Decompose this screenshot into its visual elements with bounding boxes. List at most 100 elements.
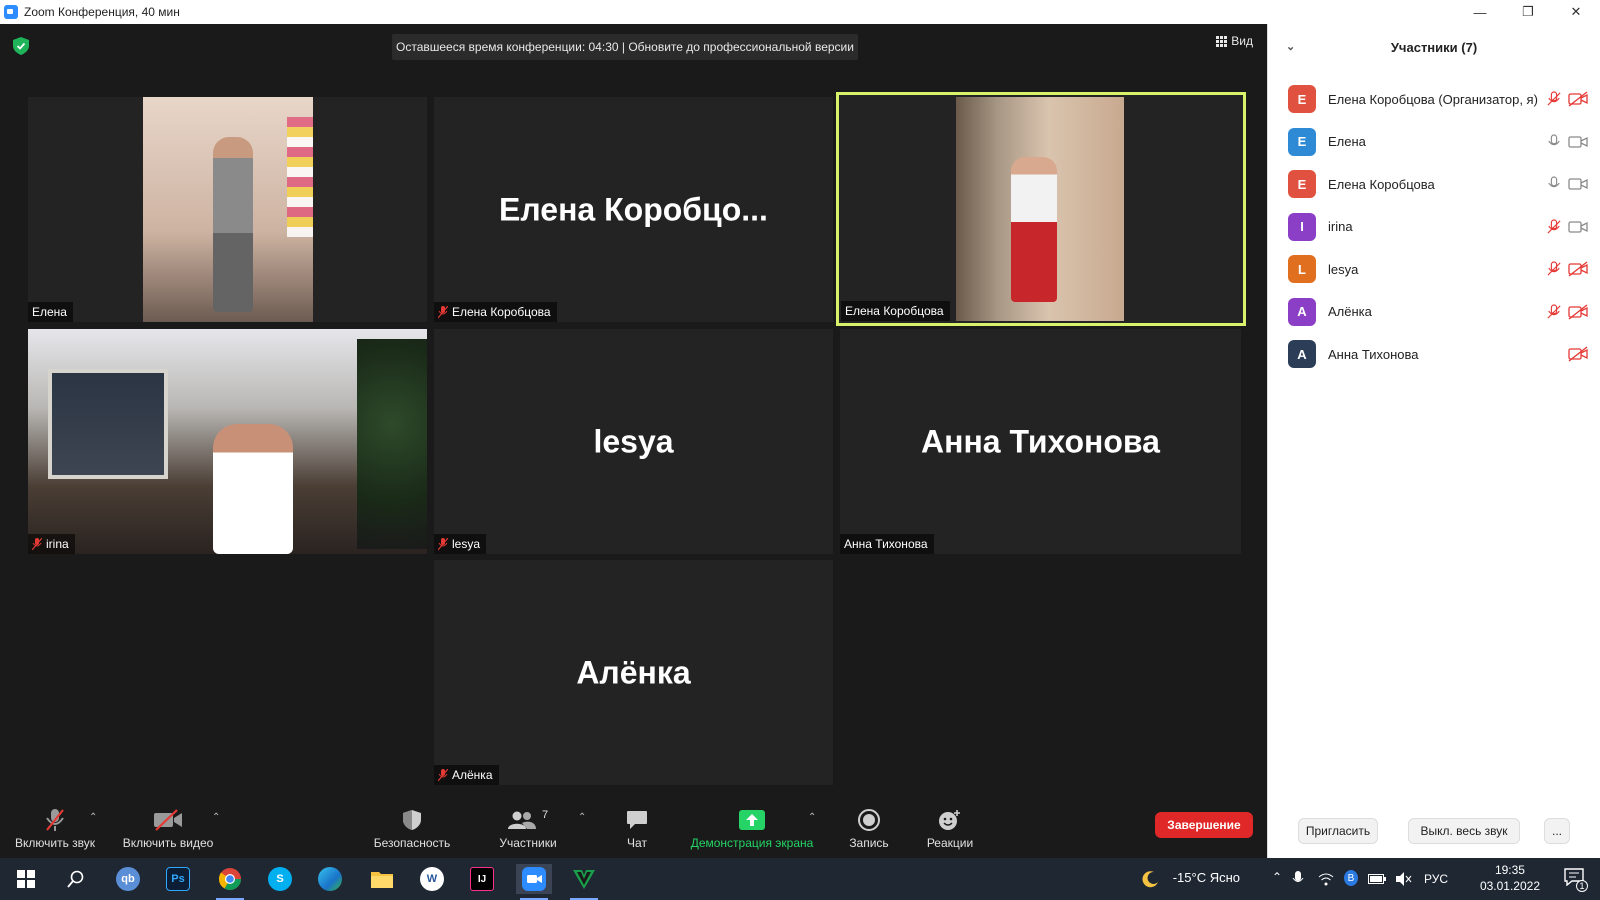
- participant-row[interactable]: Llesya: [1268, 248, 1600, 291]
- camera-icon[interactable]: [1568, 176, 1588, 192]
- audio-options-caret[interactable]: ⌃: [89, 812, 97, 823]
- wifi-icon[interactable]: [1318, 872, 1334, 886]
- minimize-icon[interactable]: —: [1456, 0, 1504, 24]
- video-options-caret[interactable]: ⌃: [212, 812, 220, 823]
- video-tile-alenka[interactable]: Алёнка Алёнка: [434, 560, 833, 785]
- restore-icon[interactable]: ❐: [1504, 0, 1552, 24]
- participants-panel-footer: Пригласить Выкл. весь звук ...: [1268, 806, 1600, 858]
- tile-name-label: lesya: [452, 537, 481, 551]
- end-meeting-button[interactable]: Завершение: [1155, 812, 1253, 838]
- video-tile-active-speaker[interactable]: Елена Коробцова: [836, 92, 1246, 326]
- clock-time: 19:35: [1494, 863, 1525, 877]
- participant-name: lesya: [1328, 261, 1359, 277]
- participants-button[interactable]: 7 Участники: [494, 802, 562, 858]
- mute-all-button[interactable]: Выкл. весь звук: [1408, 818, 1520, 844]
- participants-options-caret[interactable]: ⌃: [578, 812, 586, 823]
- share-screen-label: Демонстрация экрана: [690, 836, 814, 850]
- word-icon[interactable]: W: [414, 864, 450, 894]
- weather-text[interactable]: -15°C Ясно: [1173, 870, 1240, 885]
- skype-icon[interactable]: S: [262, 864, 298, 894]
- reactions-button[interactable]: Реакции: [920, 802, 980, 858]
- volume-muted-icon[interactable]: [1396, 872, 1412, 886]
- chat-button[interactable]: Чат: [614, 802, 660, 858]
- notification-count: 1: [1576, 880, 1588, 892]
- camera-icon[interactable]: [1568, 134, 1588, 150]
- chrome-icon[interactable]: [212, 864, 248, 900]
- avatar: Е: [1288, 85, 1316, 114]
- participant-row[interactable]: Е Елена: [1268, 121, 1600, 164]
- time-remaining-banner[interactable]: Оставшееся время конференции: 04:30 | Об…: [392, 34, 858, 60]
- mic-muted-icon[interactable]: [1546, 261, 1562, 277]
- collapse-chevron-icon[interactable]: ⌄: [1286, 40, 1295, 53]
- windows-taskbar: qb Ps S W IJ -15°C Ясно ⌃ B РУС 19:35 03…: [0, 858, 1600, 900]
- bluetooth-icon[interactable]: B: [1344, 870, 1358, 886]
- record-button[interactable]: Запись: [844, 802, 894, 858]
- share-screen-button[interactable]: Демонстрация экрана: [684, 802, 820, 858]
- file-explorer-icon[interactable]: [364, 864, 400, 894]
- language-indicator[interactable]: РУС: [1424, 872, 1448, 886]
- unmute-button[interactable]: Включить звук: [10, 802, 100, 858]
- participant-name: Елена Коробцова (Организатор, я): [1328, 91, 1538, 107]
- mic-muted-icon[interactable]: [1546, 304, 1562, 320]
- meeting-toolbar: Включить звук ⌃ Включить видео ⌃ Безопас…: [0, 802, 1267, 858]
- tile-name-label: irina: [46, 537, 69, 551]
- security-button[interactable]: Безопасность: [370, 802, 454, 858]
- avatar: А: [1288, 297, 1316, 326]
- reaction-smiley-icon: [938, 806, 962, 834]
- participant-row[interactable]: Е Елена Коробцова: [1268, 163, 1600, 206]
- camera-off-icon[interactable]: [1568, 261, 1588, 277]
- participant-row[interactable]: Е Елена Коробцова (Организатор, я): [1268, 78, 1600, 121]
- participants-list: Е Елена Коробцова (Организатор, я) Е Елена Е…: [1268, 78, 1600, 376]
- title-bar: Zoom Конференция, 40 мин — ❐ ✕: [0, 0, 1600, 24]
- qbittorrent-icon[interactable]: qb: [110, 864, 146, 894]
- video-tile-anna[interactable]: Анна Тихонова Анна Тихонова: [840, 329, 1241, 554]
- clock[interactable]: 19:35 03.01.2022: [1480, 862, 1540, 894]
- start-video-label: Включить видео: [122, 836, 214, 850]
- tile-nameplate: Елена Коробцова: [841, 301, 950, 321]
- avatar: А: [1288, 340, 1316, 369]
- microphone-icon[interactable]: [1292, 871, 1304, 887]
- photoshop-icon[interactable]: Ps: [160, 864, 196, 894]
- vim-icon[interactable]: [566, 864, 602, 900]
- edge-icon[interactable]: [312, 864, 348, 894]
- video-tile-irina[interactable]: irina: [28, 329, 427, 554]
- start-video-button[interactable]: Включить видео: [118, 802, 218, 858]
- view-label: Вид: [1231, 34, 1253, 48]
- mic-muted-icon: [438, 306, 448, 318]
- encryption-shield-icon[interactable]: [13, 37, 29, 55]
- zoom-taskbar-icon[interactable]: [516, 864, 552, 900]
- participants-panel-header: ⌄ Участники (7): [1268, 24, 1600, 70]
- search-icon[interactable]: [58, 864, 94, 894]
- participant-row[interactable]: А Анна Тихонова: [1268, 333, 1600, 376]
- participant-name: Алёнка: [1328, 304, 1372, 320]
- intellij-icon[interactable]: IJ: [464, 864, 500, 894]
- mic-icon[interactable]: [1546, 134, 1562, 150]
- close-icon[interactable]: ✕: [1552, 0, 1600, 24]
- view-button[interactable]: Вид: [1216, 34, 1253, 48]
- share-options-caret[interactable]: ⌃: [808, 812, 816, 823]
- participant-row[interactable]: Iirina: [1268, 206, 1600, 249]
- video-tile-lesya[interactable]: lesya lesya: [434, 329, 833, 554]
- invite-button[interactable]: Пригласить: [1298, 818, 1378, 844]
- window-title: Zoom Конференция, 40 мин: [24, 5, 180, 19]
- camera-off-icon[interactable]: [1568, 91, 1588, 107]
- video-tile-korobtsova[interactable]: Елена Коробцо... Елена Коробцова: [434, 97, 833, 322]
- participant-row[interactable]: А Алёнка: [1268, 291, 1600, 334]
- camera-off-icon[interactable]: [1568, 346, 1588, 362]
- more-options-button[interactable]: ...: [1544, 818, 1570, 844]
- share-screen-icon: [739, 806, 765, 834]
- mic-muted-icon[interactable]: [1546, 219, 1562, 235]
- mic-muted-icon[interactable]: [1546, 91, 1562, 107]
- participant-video: [956, 97, 1124, 321]
- camera-off-icon: [153, 806, 183, 834]
- video-tile-elena[interactable]: Елена: [28, 97, 427, 322]
- record-label: Запись: [849, 836, 889, 850]
- camera-icon[interactable]: [1568, 219, 1588, 235]
- camera-off-icon[interactable]: [1568, 304, 1588, 320]
- christmas-tree: [357, 339, 427, 549]
- mic-icon[interactable]: [1546, 176, 1562, 192]
- notifications-button[interactable]: 1: [1564, 868, 1588, 892]
- battery-icon[interactable]: [1368, 874, 1386, 884]
- windows-start-icon[interactable]: [8, 864, 44, 894]
- tray-chevron-icon[interactable]: ⌃: [1272, 870, 1282, 884]
